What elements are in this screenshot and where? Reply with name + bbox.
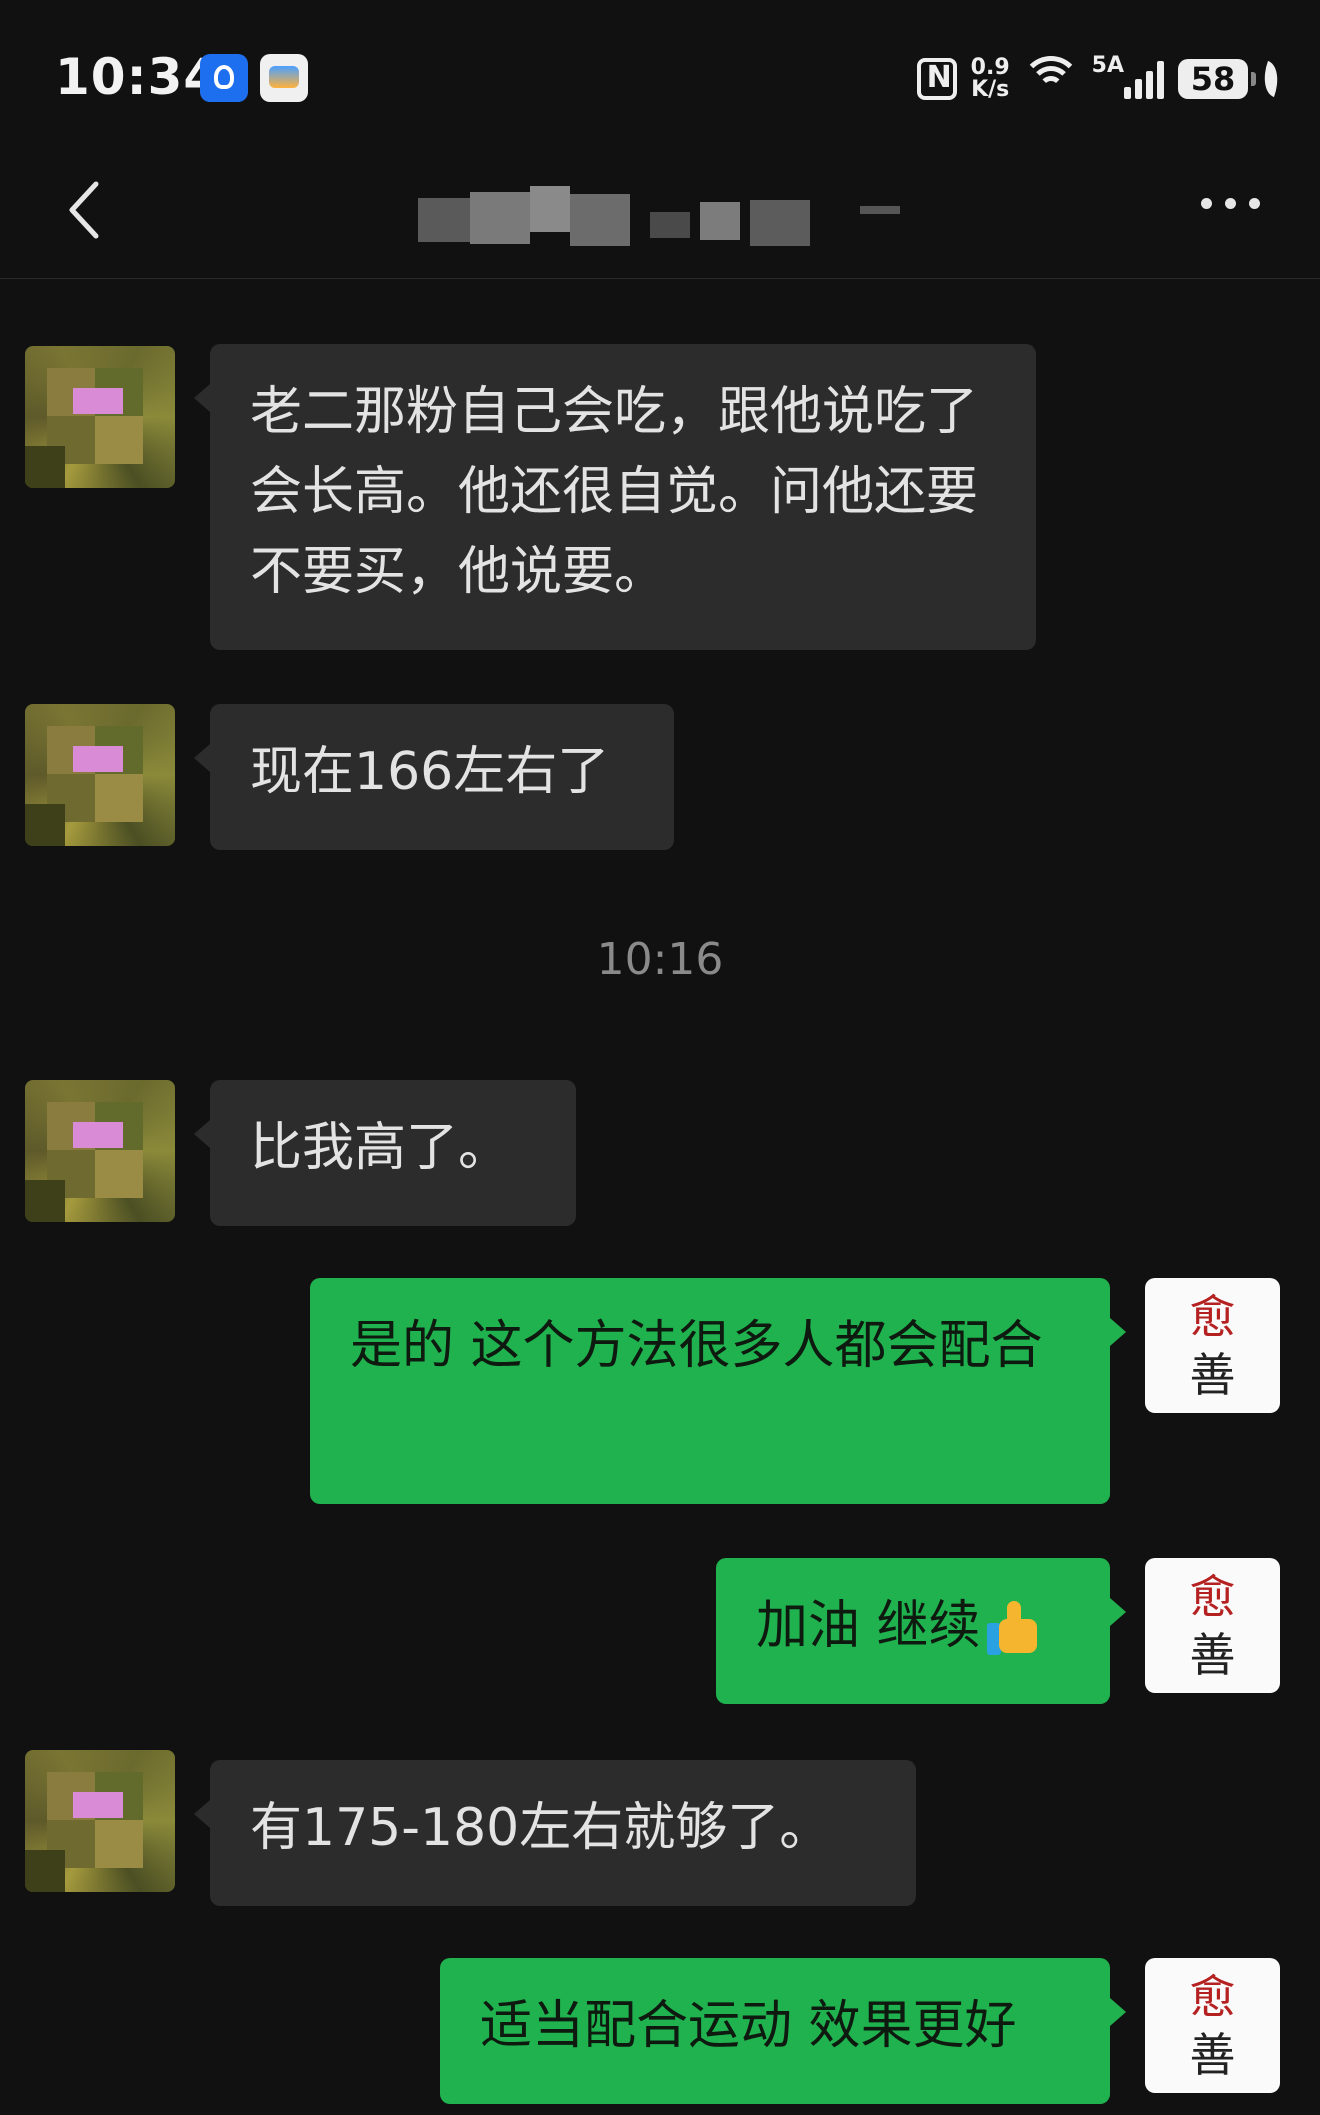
incoming-message[interactable]: 比我高了。 — [194, 1080, 576, 1226]
contact-avatar[interactable] — [25, 1080, 175, 1222]
incoming-message[interactable]: 现在166左右了 — [194, 704, 674, 850]
notification-app-icon — [260, 54, 308, 102]
status-icons: 0.9 K/s 5A 58 — [916, 52, 1285, 106]
nfc-icon — [916, 58, 957, 100]
chat-messages: 老二那粉自己会吃，跟他说吃了会长高。他还很自觉。问他还要不要买，他说要。 现在1… — [0, 278, 1320, 2115]
self-avatar[interactable]: 愈善 — [1145, 1958, 1280, 2093]
contact-name-blurred[interactable] — [410, 172, 910, 252]
status-bar: 10:34 0.9 K/s 5A 58 — [0, 0, 1320, 150]
outgoing-message[interactable]: 是的 这个方法很多人都会配合 — [310, 1278, 1126, 1504]
outgoing-message[interactable]: 适当配合运动 效果更好 — [440, 1958, 1126, 2104]
back-icon[interactable] — [58, 180, 118, 240]
more-options-icon[interactable] — [1201, 198, 1260, 209]
incoming-message[interactable]: 老二那粉自己会吃，跟他说吃了会长高。他还很自觉。问他还要不要买，他说要。 — [194, 344, 1036, 650]
status-time: 10:34 — [55, 48, 220, 106]
cellular-signal-icon — [1124, 59, 1164, 99]
message-timestamp: 10:16 — [596, 934, 724, 985]
wifi-icon — [1020, 56, 1081, 102]
eco-leaf-icon — [1257, 60, 1285, 98]
signal-label: 5A — [1091, 52, 1124, 78]
self-avatar[interactable]: 愈善 — [1145, 1558, 1280, 1693]
chat-header — [0, 150, 1320, 279]
security-app-icon — [200, 54, 248, 102]
contact-avatar[interactable] — [25, 704, 175, 846]
network-speed: 0.9 K/s — [970, 55, 1010, 102]
message-text: 加油 继续 — [756, 1596, 981, 1656]
battery-level: 58 — [1190, 60, 1236, 98]
outgoing-message[interactable]: 加油 继续 — [716, 1558, 1126, 1704]
battery-icon: 58 — [1178, 59, 1256, 99]
thumbs-up-emoji-icon — [985, 1601, 1041, 1657]
contact-avatar[interactable] — [25, 1750, 175, 1892]
self-avatar[interactable]: 愈善 — [1145, 1278, 1280, 1413]
incoming-message[interactable]: 有175-180左右就够了。 — [194, 1760, 916, 1906]
contact-avatar[interactable] — [25, 346, 175, 488]
